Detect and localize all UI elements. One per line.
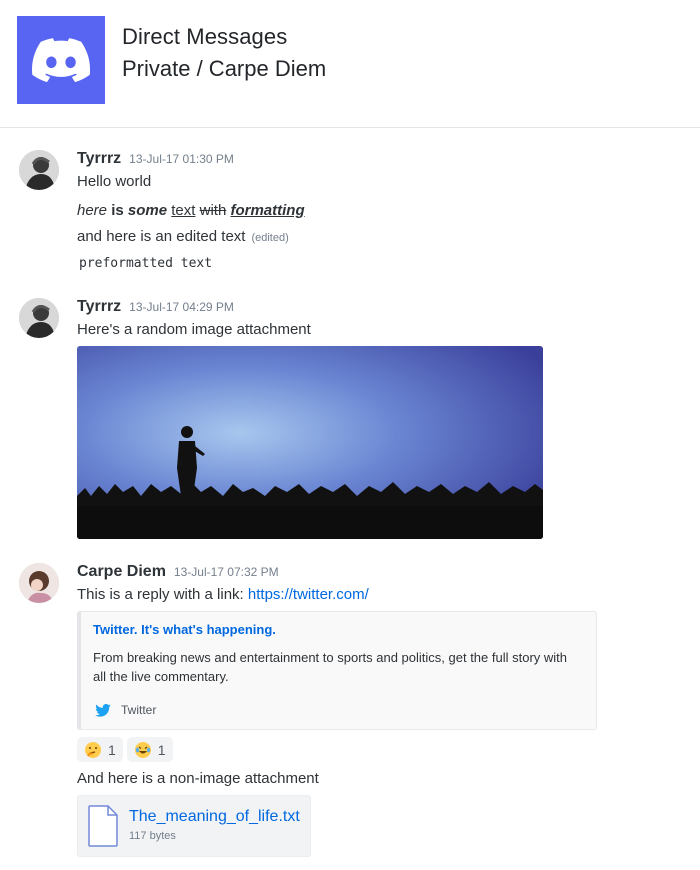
embed-footer: Twitter [95, 703, 156, 717]
all-formatting-text: formatting [230, 202, 305, 219]
message-text: Here's a random image attachment [77, 321, 311, 338]
file-name-link[interactable]: The_meaning_of_life.txt [129, 808, 300, 826]
timestamp: 13-Jul-17 01:30 PM [129, 152, 234, 166]
message-header: Tyrrrz 13-Jul-17 01:30 PM [77, 150, 234, 168]
author-name[interactable]: Carpe Diem [77, 563, 166, 581]
embed-footer-text: Twitter [121, 703, 157, 717]
header-title: Direct Messages [122, 24, 288, 49]
image-attachment[interactable] [77, 346, 543, 539]
avatar[interactable] [19, 298, 59, 338]
timestamp: 13-Jul-17 07:32 PM [173, 565, 279, 579]
channel-header: Direct Messages Private / Carpe Diem [0, 0, 700, 128]
file-size: 117 bytes [129, 830, 176, 842]
reaction-count: 1 [108, 741, 116, 758]
file-attachment: The_meaning_of_life.txt 117 bytes [77, 795, 311, 857]
twitter-bird-icon [95, 703, 111, 717]
tears-of-joy-face-icon [134, 741, 152, 759]
bold-italic-text: some [127, 202, 168, 219]
file-icon [88, 805, 118, 851]
strikethrough-text: with [199, 202, 227, 219]
reaction-thinking[interactable]: 1 [77, 737, 123, 762]
message-header: Carpe Diem 13-Jul-17 07:32 PM [77, 563, 279, 581]
message-header: Tyrrrz 13-Jul-17 04:29 PM [77, 298, 234, 316]
author-name[interactable]: Tyrrrz [77, 298, 121, 316]
preformatted-text: preformatted text [79, 256, 213, 271]
italic-text: here [77, 202, 108, 219]
avatar[interactable] [19, 150, 59, 190]
message-text: This is a reply with a link: https://twi… [77, 586, 369, 603]
reactions: 1 1 [77, 737, 173, 762]
message-text-prefix: This is a reply with a link: [77, 586, 248, 603]
reaction-count: 1 [157, 741, 166, 758]
edited-message: and here is an edited text (edited) [77, 228, 289, 245]
underlined-text: text [171, 202, 196, 219]
bold-text: is [111, 202, 124, 219]
timestamp: 13-Jul-17 04:29 PM [129, 300, 234, 314]
avatar[interactable] [19, 563, 59, 603]
thinking-face-icon [84, 741, 102, 759]
edited-message-text: and here is an edited text [77, 228, 246, 245]
link-embed: Twitter. It's what's happening. From bre… [77, 611, 597, 730]
embed-description: From breaking news and entertainment to … [93, 650, 568, 684]
discord-logo-icon [17, 16, 105, 104]
formatted-text-line: here is some text with formatting [77, 202, 305, 219]
message-text: Hello world [77, 173, 152, 190]
message-link[interactable]: https://twitter.com/ [248, 586, 369, 603]
author-name[interactable]: Tyrrrz [77, 150, 121, 168]
edited-label: (edited) [251, 232, 289, 244]
header-subtitle: Private / Carpe Diem [122, 56, 327, 81]
message-text: And here is a non-image attachment [77, 770, 319, 787]
reaction-laughing[interactable]: 1 [126, 737, 173, 762]
embed-title[interactable]: Twitter. It's what's happening. [93, 622, 276, 637]
